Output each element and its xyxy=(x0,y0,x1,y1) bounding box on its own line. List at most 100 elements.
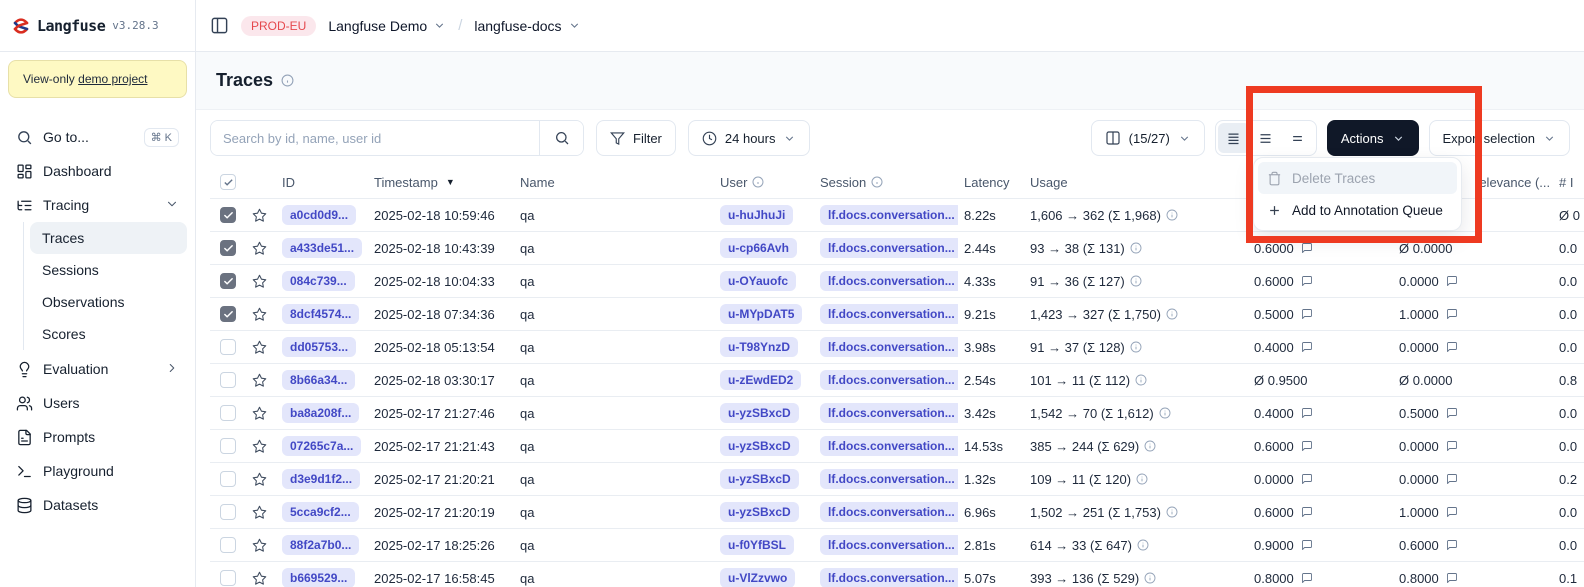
table-row[interactable]: ba8a208f...2025-02-17 21:27:46qau-yzSBxc… xyxy=(210,397,1584,430)
row-checkbox[interactable] xyxy=(220,471,236,487)
row-height-medium-button[interactable] xyxy=(1250,123,1282,153)
star-icon[interactable] xyxy=(252,274,267,289)
comment-icon[interactable] xyxy=(1301,440,1313,452)
session-badge[interactable]: lf.docs.conversation... xyxy=(820,238,958,258)
sidebar-item-prompts[interactable]: Prompts xyxy=(8,420,187,454)
trace-id-badge[interactable]: 88f2a7b0... xyxy=(282,535,359,555)
session-badge[interactable]: lf.docs.conversation... xyxy=(820,502,958,522)
row-height-large-button[interactable] xyxy=(1282,123,1314,153)
row-checkbox[interactable] xyxy=(220,537,236,553)
row-checkbox[interactable] xyxy=(220,504,236,520)
header-session[interactable]: Session xyxy=(814,175,958,190)
user-badge[interactable]: u-zEwdED2 xyxy=(720,370,801,390)
user-badge[interactable]: u-yzSBxcD xyxy=(720,469,799,489)
sidebar-item-sessions[interactable]: Sessions xyxy=(30,254,187,286)
user-badge[interactable]: u-VlZzvwo xyxy=(720,568,795,587)
trace-id-badge[interactable]: a433de51... xyxy=(282,238,362,258)
header-relevance[interactable]: relevance (... xyxy=(1461,175,1545,190)
sidebar-item-evaluation[interactable]: Evaluation xyxy=(8,352,187,386)
user-badge[interactable]: u-MYpDAT5 xyxy=(720,304,802,324)
trace-id-badge[interactable]: 5cca9cf2... xyxy=(282,502,359,522)
search-input[interactable] xyxy=(211,121,539,155)
star-icon[interactable] xyxy=(252,439,267,454)
trace-id-badge[interactable]: 07265c7a... xyxy=(282,436,361,456)
star-icon[interactable] xyxy=(252,208,267,223)
menu-item-delete-traces[interactable]: Delete Traces xyxy=(1258,162,1457,194)
comment-icon[interactable] xyxy=(1301,473,1313,485)
user-badge[interactable]: u-huJhuJi xyxy=(720,205,793,225)
comment-icon[interactable] xyxy=(1446,572,1458,584)
row-checkbox[interactable] xyxy=(220,273,236,289)
menu-item-add-to-annotation-queue[interactable]: Add to Annotation Queue xyxy=(1258,194,1457,226)
row-height-small-button[interactable] xyxy=(1218,123,1250,153)
star-icon[interactable] xyxy=(252,571,267,586)
star-icon[interactable] xyxy=(252,538,267,553)
user-badge[interactable]: u-f0YfBSL xyxy=(720,535,794,555)
header-user[interactable]: User xyxy=(714,175,814,190)
row-checkbox[interactable] xyxy=(220,570,236,586)
table-row[interactable]: dd05753...2025-02-18 05:13:54qau-T98YnzD… xyxy=(210,331,1584,364)
table-row[interactable]: d3e9d1f2...2025-02-17 21:20:21qau-yzSBxc… xyxy=(210,463,1584,496)
user-badge[interactable]: u-cp66Avh xyxy=(720,238,797,258)
comment-icon[interactable] xyxy=(1301,341,1313,353)
sidebar-item-observations[interactable]: Observations xyxy=(30,286,187,318)
org-switcher[interactable]: Langfuse Demo xyxy=(328,18,446,34)
demo-project-link[interactable]: demo project xyxy=(78,72,147,86)
session-badge[interactable]: lf.docs.conversation... xyxy=(820,271,958,291)
actions-button[interactable]: Actions xyxy=(1327,120,1419,156)
session-badge[interactable]: lf.docs.conversation... xyxy=(820,568,958,587)
table-row[interactable]: 8dcf4574...2025-02-18 07:34:36qau-MYpDAT… xyxy=(210,298,1584,331)
sidebar-item-datasets[interactable]: Datasets xyxy=(8,488,187,522)
header-id[interactable]: ID xyxy=(276,175,368,190)
user-badge[interactable]: u-T98YnzD xyxy=(720,337,798,357)
comment-icon[interactable] xyxy=(1446,539,1458,551)
comment-icon[interactable] xyxy=(1446,506,1458,518)
trace-id-badge[interactable]: dd05753... xyxy=(282,337,356,357)
row-checkbox[interactable] xyxy=(220,405,236,421)
comment-icon[interactable] xyxy=(1301,572,1313,584)
user-badge[interactable]: u-yzSBxcD xyxy=(720,436,799,456)
select-all-checkbox[interactable] xyxy=(220,174,236,190)
comment-icon[interactable] xyxy=(1446,308,1458,320)
trace-id-badge[interactable]: 8dcf4574... xyxy=(282,304,359,324)
row-checkbox[interactable] xyxy=(220,438,236,454)
header-usage[interactable]: Usage xyxy=(1024,175,1240,190)
header-last[interactable]: # I xyxy=(1545,175,1583,190)
sidebar-item-scores[interactable]: Scores xyxy=(30,318,187,350)
session-badge[interactable]: lf.docs.conversation... xyxy=(820,337,958,357)
export-selection-button[interactable]: Export selection xyxy=(1429,120,1571,156)
trace-id-badge[interactable]: a0cd0d9... xyxy=(282,205,356,225)
user-badge[interactable]: u-OYauofc xyxy=(720,271,796,291)
trace-id-badge[interactable]: ba8a208f... xyxy=(282,403,359,423)
trace-id-badge[interactable]: d3e9d1f2... xyxy=(282,469,360,489)
table-row[interactable]: 07265c7a...2025-02-17 21:21:43qau-yzSBxc… xyxy=(210,430,1584,463)
row-checkbox[interactable] xyxy=(220,306,236,322)
comment-icon[interactable] xyxy=(1446,341,1458,353)
star-icon[interactable] xyxy=(252,241,267,256)
sidebar-toggle-icon[interactable] xyxy=(210,16,229,35)
sidebar-item-tracing[interactable]: Tracing xyxy=(8,188,187,222)
comment-icon[interactable] xyxy=(1301,308,1313,320)
star-icon[interactable] xyxy=(252,406,267,421)
session-badge[interactable]: lf.docs.conversation... xyxy=(820,205,958,225)
comment-icon[interactable] xyxy=(1301,275,1313,287)
trace-id-badge[interactable]: 084c739... xyxy=(282,271,355,291)
user-badge[interactable]: u-yzSBxcD xyxy=(720,403,799,423)
user-badge[interactable]: u-yzSBxcD xyxy=(720,502,799,522)
comment-icon[interactable] xyxy=(1301,506,1313,518)
session-badge[interactable]: lf.docs.conversation... xyxy=(820,370,958,390)
table-row[interactable]: 084c739...2025-02-18 10:04:33qau-OYauofc… xyxy=(210,265,1584,298)
session-badge[interactable]: lf.docs.conversation... xyxy=(820,304,958,324)
session-badge[interactable]: lf.docs.conversation... xyxy=(820,403,958,423)
sidebar-item-users[interactable]: Users xyxy=(8,386,187,420)
table-row[interactable]: 8b66a34...2025-02-18 03:30:17qau-zEwdED2… xyxy=(210,364,1584,397)
table-row[interactable]: 88f2a7b0...2025-02-17 18:25:26qau-f0YfBS… xyxy=(210,529,1584,562)
project-switcher[interactable]: langfuse-docs xyxy=(474,18,580,34)
star-icon[interactable] xyxy=(252,505,267,520)
column-visibility-button[interactable]: (15/27) xyxy=(1091,120,1205,156)
table-row[interactable]: 5cca9cf2...2025-02-17 21:20:19qau-yzSBxc… xyxy=(210,496,1584,529)
trace-id-badge[interactable]: b669529... xyxy=(282,568,355,587)
goto-search[interactable]: Go to... ⌘ K xyxy=(8,120,187,154)
header-latency[interactable]: Latency xyxy=(958,175,1024,190)
comment-icon[interactable] xyxy=(1446,440,1458,452)
